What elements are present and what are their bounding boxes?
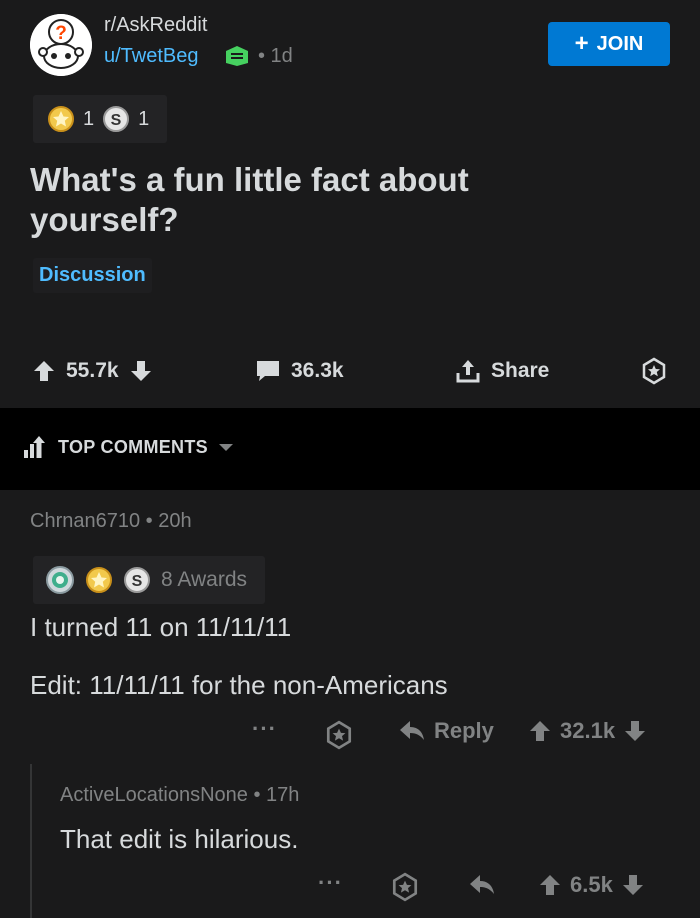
downvote-icon[interactable] [621, 872, 645, 898]
comments-button[interactable]: 36.3k [255, 350, 344, 392]
comment-score: 32.1k [560, 718, 616, 743]
upvote-icon[interactable] [32, 359, 56, 383]
svg-text:?: ? [55, 23, 67, 44]
comment-award-button[interactable] [324, 720, 354, 750]
reply-award-button[interactable] [390, 872, 420, 902]
comment-age: • 20h [145, 510, 192, 532]
comment-author[interactable]: Chrnan6710 [30, 510, 140, 532]
top-sort-icon [24, 436, 45, 458]
upvote-icon[interactable] [538, 872, 562, 898]
reply-more-button[interactable]: ··· [318, 870, 343, 896]
reply-body: That edit is hilarious. [60, 824, 299, 854]
post-age: • 1d [258, 45, 293, 67]
award-button[interactable] [640, 350, 668, 392]
reply-meta: ActiveLocationsNone • 17h [60, 784, 299, 807]
post-score: 55.7k [66, 359, 119, 382]
comment-count: 36.3k [291, 359, 344, 382]
silver-award-icon: S [103, 106, 130, 132]
comment-vote-control: 32.1k [528, 718, 647, 744]
share-label: Share [491, 359, 550, 382]
plus-icon: + [574, 30, 589, 57]
reply-author[interactable]: ActiveLocationsNone [60, 784, 248, 806]
reply-score: 6.5k [570, 872, 613, 897]
post-title[interactable]: What's a fun little fact about yourself? [30, 160, 590, 240]
comment-more-button[interactable]: ··· [252, 716, 277, 742]
thread-line[interactable] [30, 764, 32, 918]
reply-icon [470, 875, 494, 894]
share-button[interactable]: Share [455, 350, 549, 392]
user-flair-icon [224, 45, 250, 67]
comment-sort-dropdown[interactable]: TOP COMMENTS [22, 434, 234, 460]
award-icon [326, 720, 352, 750]
silver-award-count: 1 [138, 107, 150, 130]
reply-label: Reply [434, 718, 494, 743]
awards-count-label: 8 Awards [161, 568, 247, 591]
reply-icon [400, 721, 424, 740]
post-action-bar: 55.7k 36.3k Share [0, 350, 700, 392]
join-button[interactable]: + JOIN [548, 22, 670, 66]
post-card: ? r/AskReddit u/TwetBeg • 1d + JOIN 1 S … [0, 0, 700, 408]
sort-label: TOP COMMENTS [58, 436, 208, 457]
gold-award-count: 1 [83, 107, 95, 130]
share-icon [456, 360, 480, 383]
chevron-down-icon [218, 444, 233, 451]
subreddit-name[interactable]: r/AskReddit [104, 14, 207, 37]
subreddit-avatar[interactable]: ? [30, 14, 92, 76]
reply-reply-button[interactable] [468, 872, 496, 898]
comment-meta: Chrnan6710 • 20h [30, 510, 192, 533]
gold-award-icon [86, 567, 112, 593]
award-icon [392, 872, 418, 902]
more-options-icon: ··· [252, 716, 277, 741]
post-author[interactable]: u/TwetBeg [104, 45, 199, 68]
post-flair-tag[interactable]: Discussion [33, 258, 152, 293]
comment-body-line-2: Edit: 11/11/11 for the non-Americans [30, 670, 448, 700]
award-icon [642, 357, 666, 385]
silver-award-icon: S [124, 567, 150, 593]
comment-icon [257, 361, 279, 381]
reply-age: • 17h [253, 784, 300, 806]
join-label: JOIN [596, 32, 644, 55]
gold-award-icon [48, 106, 74, 132]
vote-control: 55.7k [32, 350, 153, 392]
svg-text:S: S [111, 112, 122, 129]
downvote-icon[interactable] [129, 359, 153, 383]
post-awards[interactable]: 1 S 1 [33, 95, 167, 143]
upvote-icon[interactable] [528, 718, 552, 744]
reply-vote-control: 6.5k [538, 872, 645, 898]
comment-awards[interactable]: S 8 Awards [33, 556, 265, 604]
svg-text:S: S [132, 573, 143, 590]
downvote-icon[interactable] [623, 718, 647, 744]
comment-body-line-1: I turned 11 on 11/11/11 [30, 612, 292, 642]
comment-reply-button[interactable]: Reply [398, 718, 494, 744]
wholesome-award-icon [46, 566, 74, 594]
more-options-icon: ··· [318, 870, 343, 895]
